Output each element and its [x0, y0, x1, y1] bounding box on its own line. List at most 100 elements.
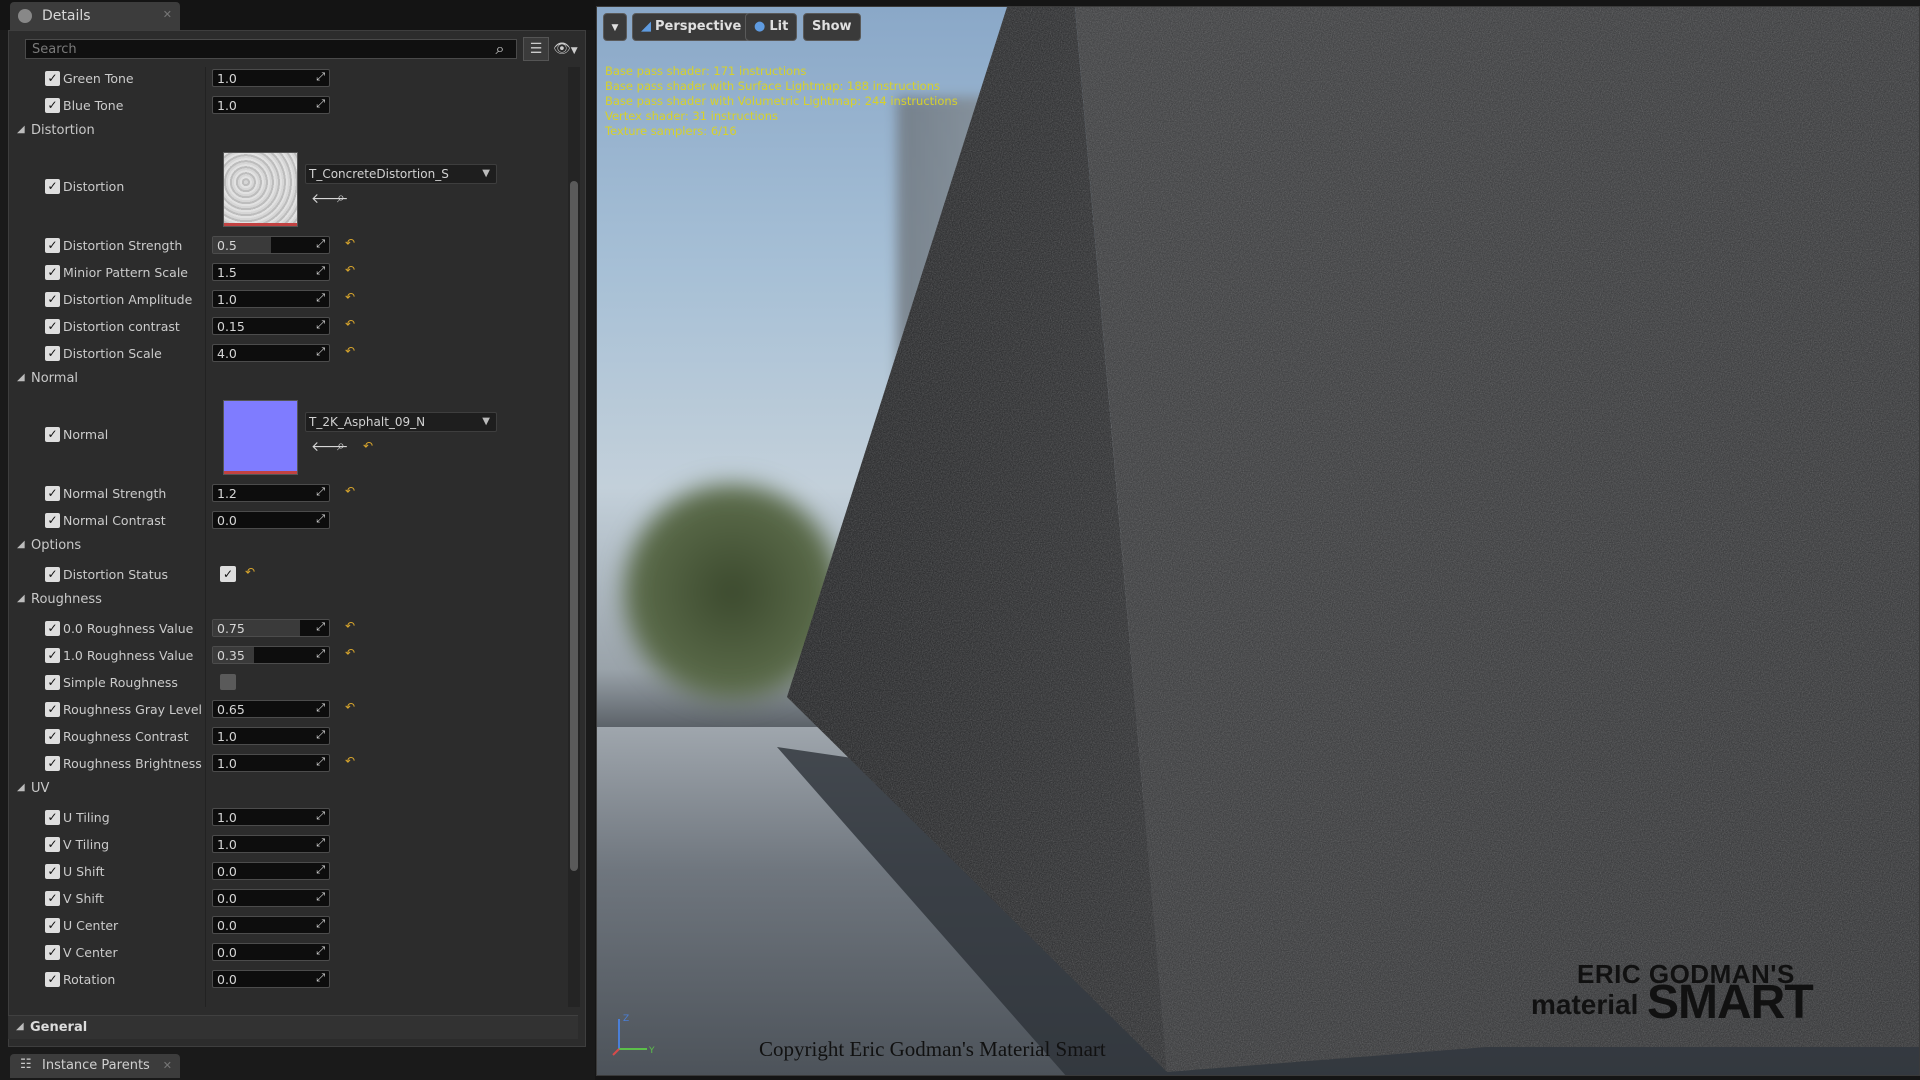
override-checkbox[interactable]: ✓	[45, 238, 60, 253]
override-checkbox[interactable]: ✓	[45, 702, 60, 717]
show-button[interactable]: Show	[803, 13, 861, 41]
numeric-field[interactable]: 1.0 ⤢	[212, 727, 330, 745]
viewport-options-button[interactable]: ▼	[603, 13, 627, 41]
reset-to-default-icon[interactable]: ↶	[245, 565, 257, 581]
reset-to-default-icon[interactable]: ↶	[345, 700, 357, 716]
numeric-field[interactable]: 0.65 ⤢	[212, 700, 330, 718]
numeric-field[interactable]: 1.0 ⤢	[212, 808, 330, 826]
numeric-field[interactable]: 1.0 ⤢	[212, 290, 330, 308]
bool-checkbox[interactable]	[220, 674, 236, 690]
numeric-field[interactable]: 0.0 ⤢	[212, 862, 330, 880]
expand-arrows-icon[interactable]: ⤢	[316, 728, 325, 742]
override-checkbox[interactable]: ✓	[45, 945, 60, 960]
browse-search-icon[interactable]: ⌕	[337, 438, 345, 454]
numeric-field[interactable]: 1.0 ⤢	[212, 835, 330, 853]
numeric-field[interactable]: 0.0 ⤢	[212, 970, 330, 988]
reset-to-default-icon[interactable]: ↶	[345, 646, 357, 662]
numeric-field[interactable]: 0.75 ⤢	[212, 619, 330, 637]
browse-search-icon[interactable]: ⌕	[337, 190, 345, 206]
override-checkbox[interactable]: ✓	[45, 675, 60, 690]
override-checkbox[interactable]: ✓	[45, 837, 60, 852]
expand-arrows-icon[interactable]: ⤢	[316, 890, 325, 904]
expand-arrows-icon[interactable]: ⤢	[316, 70, 325, 84]
numeric-field[interactable]: 1.0 ⤢	[212, 754, 330, 772]
reset-to-default-icon[interactable]: ↶	[345, 263, 357, 279]
category-distortion[interactable]: ◢ Distortion	[9, 121, 565, 141]
override-checkbox[interactable]: ✓	[45, 71, 60, 86]
texture-asset-dropdown[interactable]: T_2K_Asphalt_09_N ▼	[305, 412, 497, 432]
override-checkbox[interactable]: ✓	[45, 918, 60, 933]
expand-arrows-icon[interactable]: ⤢	[316, 97, 325, 111]
category-uv[interactable]: ◢ UV	[9, 779, 565, 799]
override-checkbox[interactable]: ✓	[45, 179, 60, 194]
override-checkbox[interactable]: ✓	[45, 756, 60, 771]
lit-button[interactable]: ● Lit	[745, 13, 798, 41]
reset-to-default-icon[interactable]: ↶	[345, 344, 357, 360]
list-view-button[interactable]: ☰	[523, 37, 549, 61]
override-checkbox[interactable]: ✓	[45, 810, 60, 825]
search-input[interactable]	[25, 39, 517, 59]
override-checkbox[interactable]: ✓	[45, 265, 60, 280]
category-general[interactable]: ◢ General	[8, 1015, 578, 1039]
numeric-field[interactable]: 1.0 ⤢	[212, 96, 330, 114]
numeric-field[interactable]: 0.0 ⤢	[212, 943, 330, 961]
category-normal[interactable]: ◢ Normal	[9, 369, 565, 389]
reset-to-default-icon[interactable]: ↶	[345, 484, 357, 500]
override-checkbox[interactable]: ✓	[45, 891, 60, 906]
texture-thumbnail[interactable]	[223, 152, 298, 227]
override-checkbox[interactable]: ✓	[45, 427, 60, 442]
numeric-field[interactable]: 0.15 ⤢	[212, 317, 330, 335]
expand-arrows-icon[interactable]: ⤢	[316, 318, 325, 332]
reset-to-default-icon[interactable]: ↶	[345, 236, 357, 252]
numeric-field[interactable]: 1.0 ⤢	[212, 69, 330, 87]
override-checkbox[interactable]: ✓	[45, 98, 60, 113]
reset-to-default-icon[interactable]: ↶	[345, 290, 357, 306]
numeric-field[interactable]: 0.0 ⤢	[212, 889, 330, 907]
expand-arrows-icon[interactable]: ⤢	[316, 620, 325, 634]
override-checkbox[interactable]: ✓	[45, 864, 60, 879]
override-checkbox[interactable]: ✓	[45, 729, 60, 744]
numeric-field[interactable]: 0.5 ⤢	[212, 236, 330, 254]
search-icon[interactable]: ⌕	[489, 40, 511, 58]
category-roughness[interactable]: ◢ Roughness	[9, 590, 565, 610]
category-options[interactable]: ◢ Options	[9, 536, 565, 556]
expand-arrows-icon[interactable]: ⤢	[316, 485, 325, 499]
expand-arrows-icon[interactable]: ⤢	[316, 809, 325, 823]
texture-thumbnail[interactable]	[223, 400, 298, 475]
close-icon[interactable]: ✕	[163, 8, 172, 21]
expand-arrows-icon[interactable]: ⤢	[316, 755, 325, 769]
override-checkbox[interactable]: ✓	[45, 648, 60, 663]
expand-arrows-icon[interactable]: ⤢	[316, 836, 325, 850]
expand-arrows-icon[interactable]: ⤢	[316, 512, 325, 526]
numeric-field[interactable]: 4.0 ⤢	[212, 344, 330, 362]
tab-instance-parents[interactable]: ☷ Instance Parents ✕	[10, 1054, 180, 1078]
reset-to-default-icon[interactable]: ↶	[345, 317, 357, 333]
tab-details[interactable]: Details ✕	[10, 2, 180, 30]
numeric-field[interactable]: 0.35 ⤢	[212, 646, 330, 664]
expand-arrows-icon[interactable]: ⤢	[316, 863, 325, 877]
override-checkbox[interactable]: ✓	[45, 567, 60, 582]
override-checkbox[interactable]: ✓	[45, 972, 60, 987]
expand-arrows-icon[interactable]: ⤢	[316, 237, 325, 251]
bool-checkbox[interactable]: ✓	[220, 566, 236, 582]
numeric-field[interactable]: 1.2 ⤢	[212, 484, 330, 502]
viewport[interactable]: ▼ ◢ Perspective ● Lit Show Base pass shade…	[596, 6, 1920, 1076]
override-checkbox[interactable]: ✓	[45, 486, 60, 501]
view-options-button[interactable]: 👁▼	[553, 38, 585, 60]
expand-arrows-icon[interactable]: ⤢	[316, 944, 325, 958]
expand-arrows-icon[interactable]: ⤢	[316, 291, 325, 305]
expand-arrows-icon[interactable]: ⤢	[316, 345, 325, 359]
override-checkbox[interactable]: ✓	[45, 292, 60, 307]
reset-to-default-icon[interactable]: ↶	[363, 439, 375, 455]
expand-arrows-icon[interactable]: ⤢	[316, 647, 325, 661]
texture-asset-dropdown[interactable]: T_ConcreteDistortion_S ▼	[305, 164, 497, 184]
override-checkbox[interactable]: ✓	[45, 346, 60, 361]
numeric-field[interactable]: 0.0 ⤢	[212, 511, 330, 529]
expand-arrows-icon[interactable]: ⤢	[316, 264, 325, 278]
scrollbar-thumb[interactable]	[570, 181, 578, 871]
override-checkbox[interactable]: ✓	[45, 621, 60, 636]
close-icon[interactable]: ✕	[163, 1059, 172, 1072]
override-checkbox[interactable]: ✓	[45, 513, 60, 528]
reset-to-default-icon[interactable]: ↶	[345, 754, 357, 770]
numeric-field[interactable]: 1.5 ⤢	[212, 263, 330, 281]
